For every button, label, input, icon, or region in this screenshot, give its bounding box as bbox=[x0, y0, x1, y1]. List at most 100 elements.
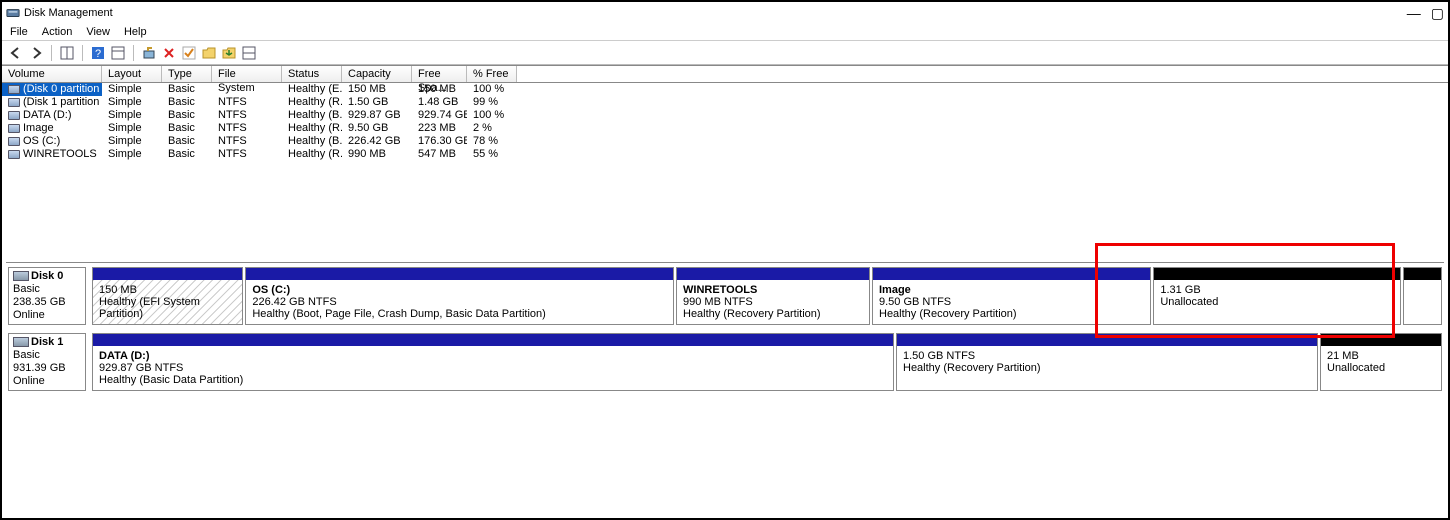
app-icon bbox=[6, 6, 20, 20]
volume-row[interactable]: DATA (D:)SimpleBasicNTFSHealthy (B...929… bbox=[2, 109, 1448, 122]
partition-size: 226.42 GB NTFS bbox=[252, 296, 667, 308]
drive-icon bbox=[8, 137, 20, 146]
partition-size: 1.50 GB NTFS bbox=[903, 350, 1311, 362]
minimize-button[interactable]: — bbox=[1407, 6, 1421, 20]
partition[interactable]: OS (C:)226.42 GB NTFSHealthy (Boot, Page… bbox=[245, 267, 674, 325]
partition[interactable]: 21 MBUnallocated bbox=[1320, 333, 1442, 391]
partition-header bbox=[93, 334, 893, 346]
volume-name: (Disk 0 partition 1) bbox=[23, 83, 102, 96]
volume-name: WINRETOOLS bbox=[23, 148, 97, 161]
drive-icon bbox=[8, 85, 20, 94]
refresh-icon[interactable] bbox=[141, 45, 157, 61]
disk-state: Online bbox=[13, 375, 81, 388]
help-icon[interactable]: ? bbox=[90, 45, 106, 61]
disk-size: 238.35 GB bbox=[13, 296, 81, 309]
partition-status: Healthy (Recovery Partition) bbox=[879, 308, 1144, 320]
delete-icon[interactable] bbox=[161, 45, 177, 61]
partition[interactable]: 1.31 GBUnallocated bbox=[1153, 267, 1400, 325]
partition[interactable]: WINRETOOLS990 MB NTFSHealthy (Recovery P… bbox=[676, 267, 870, 325]
col-header-free[interactable]: Free Spa... bbox=[412, 66, 467, 82]
partition[interactable]: 150 MBHealthy (EFI System Partition) bbox=[92, 267, 243, 325]
partition-status: Healthy (Basic Data Partition) bbox=[99, 374, 887, 386]
menu-bar: File Action View Help bbox=[2, 24, 1448, 41]
volume-list-header[interactable]: Volume Layout Type File System Status Ca… bbox=[2, 66, 1448, 83]
disk-icon bbox=[13, 337, 29, 347]
check-icon[interactable] bbox=[181, 45, 197, 61]
partition[interactable]: DATA (D:)929.87 GB NTFSHealthy (Basic Da… bbox=[92, 333, 894, 391]
col-header-pfree[interactable]: % Free bbox=[467, 66, 517, 82]
partition[interactable]: 1.50 GB NTFSHealthy (Recovery Partition) bbox=[896, 333, 1318, 391]
partition-size: 929.87 GB NTFS bbox=[99, 362, 887, 374]
drive-icon bbox=[8, 124, 20, 133]
partition-header bbox=[897, 334, 1317, 346]
volume-name: OS (C:) bbox=[23, 135, 60, 148]
volume-row[interactable]: WINRETOOLSSimpleBasicNTFSHealthy (R...99… bbox=[2, 148, 1448, 161]
partition[interactable]: Image9.50 GB NTFSHealthy (Recovery Parti… bbox=[872, 267, 1151, 325]
col-header-layout[interactable]: Layout bbox=[102, 66, 162, 82]
title-bar: Disk Management — ▢ bbox=[2, 2, 1448, 24]
partition-header bbox=[1154, 268, 1399, 280]
partition[interactable] bbox=[1403, 267, 1442, 325]
disk-type: Basic bbox=[13, 283, 81, 296]
disk-name: Disk 1 bbox=[31, 336, 63, 348]
volume-list: Volume Layout Type File System Status Ca… bbox=[2, 65, 1448, 161]
partition-header bbox=[246, 268, 673, 280]
disk-type: Basic bbox=[13, 349, 81, 362]
toolbar: ? bbox=[2, 41, 1448, 65]
disk-icon bbox=[13, 271, 29, 281]
partition-status: Healthy (EFI System Partition) bbox=[99, 296, 236, 320]
menu-view[interactable]: View bbox=[86, 26, 110, 38]
disk-state: Online bbox=[13, 309, 81, 322]
back-icon[interactable] bbox=[8, 45, 24, 61]
import-icon[interactable] bbox=[221, 45, 237, 61]
menu-help[interactable]: Help bbox=[124, 26, 147, 38]
volume-name: (Disk 1 partition 3) bbox=[23, 96, 102, 109]
maximize-button[interactable]: ▢ bbox=[1431, 6, 1444, 20]
disk-label[interactable]: Disk 0Basic238.35 GBOnline bbox=[8, 267, 86, 325]
svg-text:?: ? bbox=[95, 48, 101, 60]
partition-status: Healthy (Recovery Partition) bbox=[683, 308, 863, 320]
menu-file[interactable]: File bbox=[10, 26, 28, 38]
drive-icon bbox=[8, 98, 20, 107]
partition-size: 150 MB bbox=[99, 284, 236, 296]
partition-status: Unallocated bbox=[1160, 296, 1393, 308]
partition-header bbox=[93, 268, 242, 280]
volume-row[interactable]: (Disk 1 partition 3)SimpleBasicNTFSHealt… bbox=[2, 96, 1448, 109]
partition-status: Unallocated bbox=[1327, 362, 1435, 374]
panes-icon[interactable] bbox=[59, 45, 75, 61]
col-header-capacity[interactable]: Capacity bbox=[342, 66, 412, 82]
volume-name: DATA (D:) bbox=[23, 109, 71, 122]
volume-row[interactable]: (Disk 0 partition 1)SimpleBasicHealthy (… bbox=[2, 83, 1448, 96]
properties-icon[interactable] bbox=[110, 45, 126, 61]
layout-icon[interactable] bbox=[241, 45, 257, 61]
col-header-status[interactable]: Status bbox=[282, 66, 342, 82]
partition-status: Healthy (Boot, Page File, Crash Dump, Ba… bbox=[252, 308, 667, 320]
forward-icon[interactable] bbox=[28, 45, 44, 61]
partition-status: Healthy (Recovery Partition) bbox=[903, 362, 1311, 374]
partition-header bbox=[1404, 268, 1441, 280]
partition-header bbox=[1321, 334, 1441, 346]
col-header-type[interactable]: Type bbox=[162, 66, 212, 82]
window-title: Disk Management bbox=[24, 7, 113, 19]
partition-name: OS (C:) bbox=[252, 284, 667, 296]
volume-row[interactable]: OS (C:)SimpleBasicNTFSHealthy (B...226.4… bbox=[2, 135, 1448, 148]
partition-size: 1.31 GB bbox=[1160, 284, 1393, 296]
disk-row: Disk 1Basic931.39 GBOnlineDATA (D:)929.8… bbox=[6, 329, 1444, 395]
drive-icon bbox=[8, 150, 20, 159]
disk-label[interactable]: Disk 1Basic931.39 GBOnline bbox=[8, 333, 86, 391]
folder-icon[interactable] bbox=[201, 45, 217, 61]
col-header-fs[interactable]: File System bbox=[212, 66, 282, 82]
volume-row[interactable]: ImageSimpleBasicNTFSHealthy (R...9.50 GB… bbox=[2, 122, 1448, 135]
col-header-volume[interactable]: Volume bbox=[2, 66, 102, 82]
partition-header bbox=[873, 268, 1150, 280]
partition-header bbox=[677, 268, 869, 280]
menu-action[interactable]: Action bbox=[42, 26, 73, 38]
partition-name: Image bbox=[879, 284, 1144, 296]
partition-size: 21 MB bbox=[1327, 350, 1435, 362]
partition-size: 9.50 GB NTFS bbox=[879, 296, 1144, 308]
partition-name: DATA (D:) bbox=[99, 350, 887, 362]
disk-map: Disk 0Basic238.35 GBOnline150 MBHealthy … bbox=[6, 262, 1444, 395]
drive-icon bbox=[8, 111, 20, 120]
partition-name: WINRETOOLS bbox=[683, 284, 863, 296]
partition-size: 990 MB NTFS bbox=[683, 296, 863, 308]
